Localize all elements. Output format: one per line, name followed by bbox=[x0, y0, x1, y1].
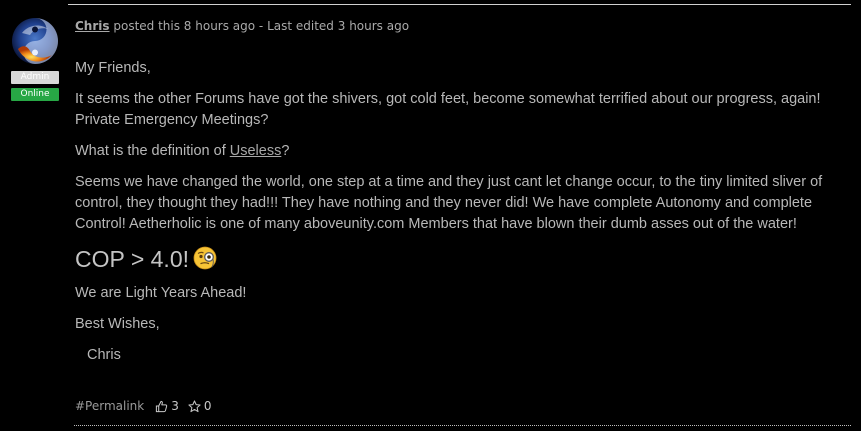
post-meta: posted this 8 hours ago - Last edited 3 … bbox=[113, 19, 410, 33]
avatar[interactable] bbox=[10, 15, 60, 67]
role-badge: Admin bbox=[11, 71, 59, 84]
question-line: What is the definition of Useless? bbox=[75, 141, 845, 162]
headline: COP > 4.0! bbox=[75, 245, 845, 273]
closing: Best Wishes, bbox=[75, 316, 160, 332]
avatar-image bbox=[10, 15, 60, 67]
like-count: 3 bbox=[171, 399, 179, 413]
star-button[interactable]: 0 bbox=[188, 399, 212, 413]
greeting: My Friends, bbox=[75, 60, 151, 76]
post-header: Chris posted this 8 hours ago - Last edi… bbox=[75, 19, 409, 33]
thumbs-up-icon bbox=[156, 400, 168, 412]
question-suffix: ? bbox=[281, 143, 290, 159]
signature: Chris bbox=[87, 347, 121, 363]
paragraph-3: We are Light Years Ahead! bbox=[75, 285, 247, 301]
star-icon bbox=[188, 399, 201, 412]
monocle-face-icon bbox=[193, 246, 217, 270]
like-button[interactable]: 3 bbox=[155, 399, 179, 413]
top-divider bbox=[68, 4, 851, 5]
question-prefix: What is the definition of bbox=[75, 143, 230, 159]
bottom-divider bbox=[74, 425, 851, 426]
paragraph-1: It seems the other Forums have got the s… bbox=[75, 91, 821, 128]
post-footer: #Permalink 3 0 bbox=[75, 399, 212, 413]
permalink-link[interactable]: #Permalink bbox=[75, 399, 144, 413]
star-count: 0 bbox=[203, 399, 212, 413]
paragraph-2: Seems we have changed the world, one ste… bbox=[75, 174, 823, 232]
useless-link[interactable]: Useless bbox=[230, 143, 282, 159]
author-link[interactable]: Chris bbox=[75, 19, 110, 33]
post-body: My Friends, It seems the other Forums ha… bbox=[75, 58, 845, 376]
headline-text: COP > 4.0! bbox=[75, 246, 190, 272]
online-status-badge: Online bbox=[11, 88, 59, 101]
